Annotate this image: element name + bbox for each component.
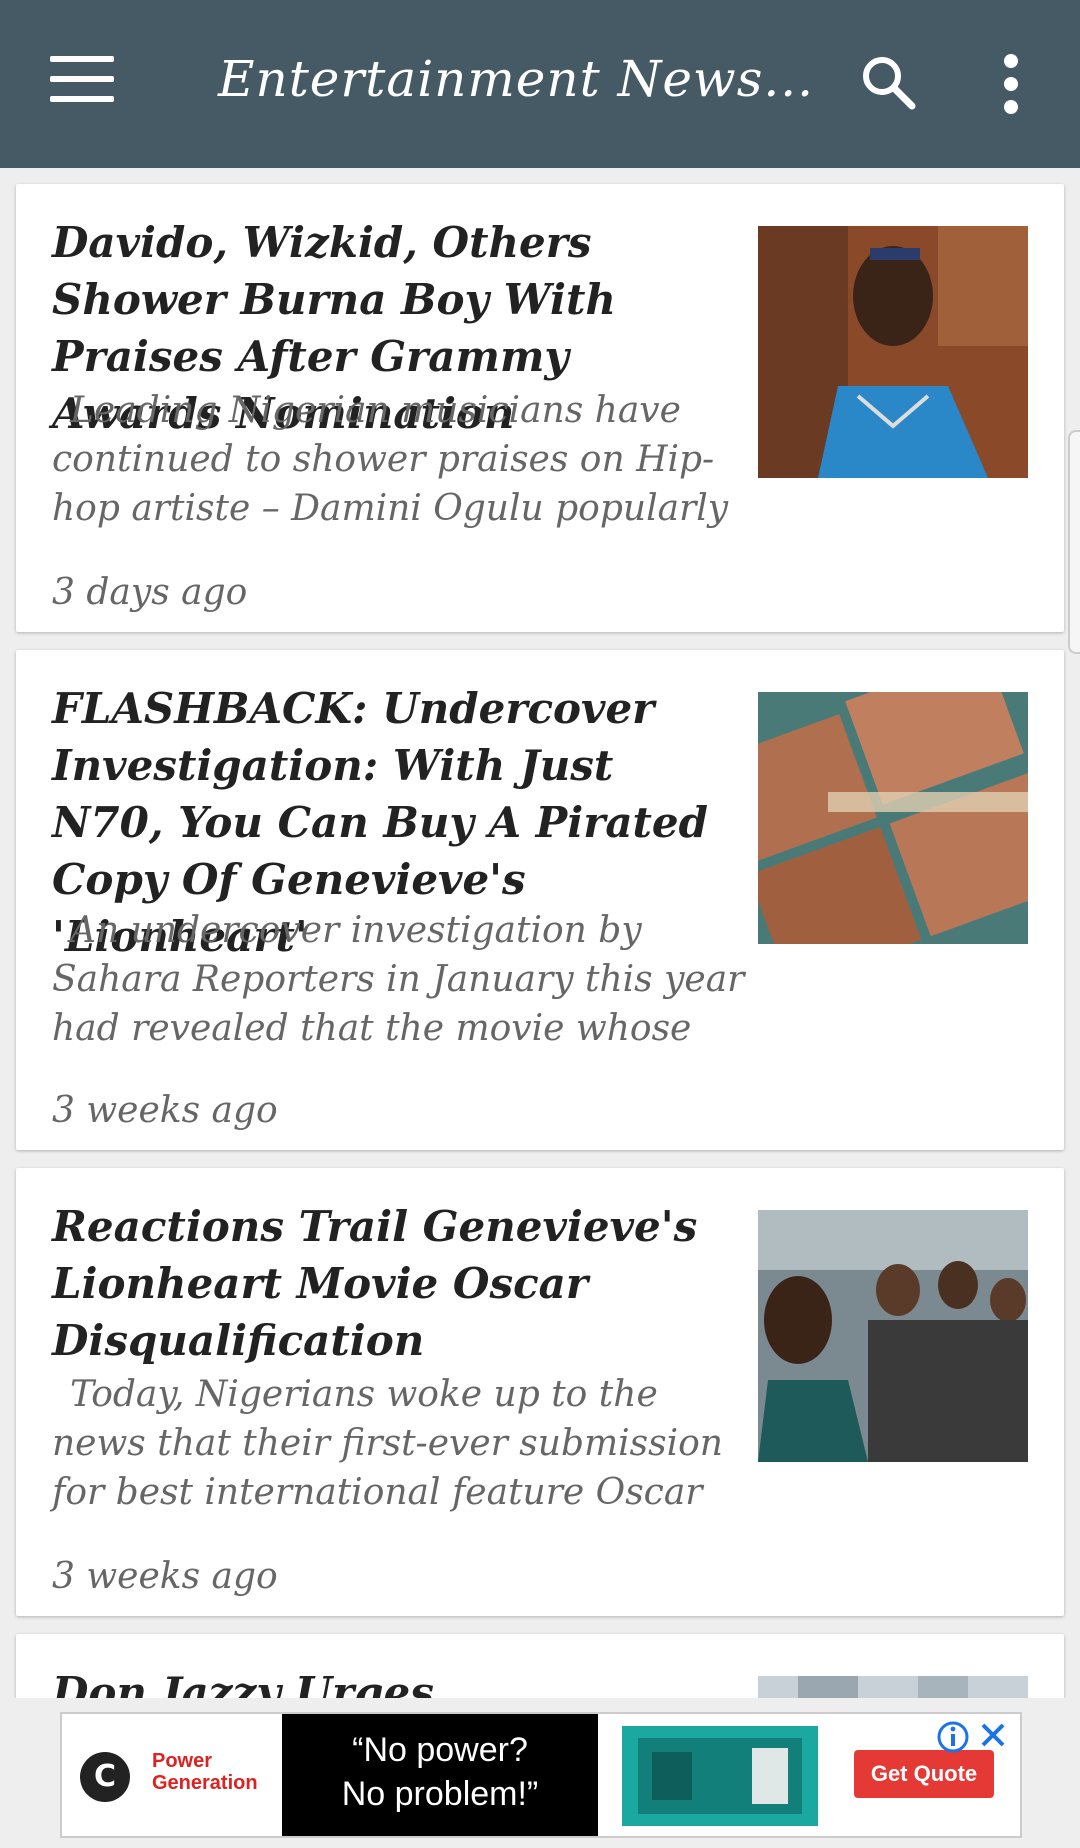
- article-excerpt: Leading Nigerian musicians have continue…: [52, 390, 729, 529]
- ad-logo-panel: C Power Generation: [62, 1714, 282, 1836]
- page-title: Entertainment News...: [218, 50, 815, 108]
- article-time: 3 weeks ago: [52, 1090, 278, 1131]
- article-card[interactable]: Reactions Trail Genevieve's Lionheart Mo…: [16, 1168, 1064, 1616]
- article-thumbnail[interactable]: [758, 1676, 1028, 1698]
- news-feed[interactable]: Davido, Wizkid, Others Shower Burna Boy …: [0, 168, 1080, 1698]
- article-time: 3 days ago: [52, 572, 248, 613]
- article-excerpt: An undercover investigation by Sahara Re…: [52, 910, 745, 1049]
- article-card[interactable]: Don Jazzy Urges Government: [16, 1634, 1064, 1698]
- ad-quote-line1: “No power?: [352, 1731, 528, 1769]
- ad-quote-line2: No problem!”: [341, 1775, 539, 1813]
- ad-quote: “No power? No problem!”: [282, 1714, 598, 1836]
- ad-brand-line2: Generation: [152, 1772, 258, 1794]
- article-headline[interactable]: Don Jazzy Urges Government: [52, 1664, 712, 1698]
- ad-brand: Power Generation: [152, 1750, 258, 1794]
- article-card[interactable]: Davido, Wizkid, Others Shower Burna Boy …: [16, 184, 1064, 632]
- article-thumbnail[interactable]: [758, 1210, 1028, 1462]
- ad-brand-line1: Power: [152, 1750, 213, 1772]
- article-excerpt: Today, Nigerians woke up to the news tha…: [52, 1374, 723, 1513]
- article-thumbnail[interactable]: [758, 226, 1028, 478]
- ad-banner[interactable]: C Power Generation “No power? No problem…: [60, 1712, 1022, 1838]
- app-bar: Entertainment News...: [0, 0, 1080, 168]
- search-icon[interactable]: [858, 52, 918, 112]
- menu-icon[interactable]: [50, 56, 114, 112]
- ad-close-icon[interactable]: [978, 1720, 1008, 1750]
- scroll-handle[interactable]: [1068, 430, 1080, 654]
- generator-image: [622, 1726, 818, 1826]
- article-time: 3 weeks ago: [52, 1556, 278, 1597]
- more-options-icon[interactable]: [996, 54, 1026, 114]
- article-thumbnail[interactable]: [758, 692, 1028, 944]
- cummins-logo: C: [80, 1752, 130, 1802]
- get-quote-button[interactable]: Get Quote: [854, 1750, 994, 1798]
- article-headline[interactable]: Reactions Trail Genevieve's Lionheart Mo…: [52, 1198, 712, 1369]
- ad-info-icon[interactable]: [936, 1720, 970, 1754]
- article-card[interactable]: FLASHBACK: Undercover Investigation: Wit…: [16, 650, 1064, 1150]
